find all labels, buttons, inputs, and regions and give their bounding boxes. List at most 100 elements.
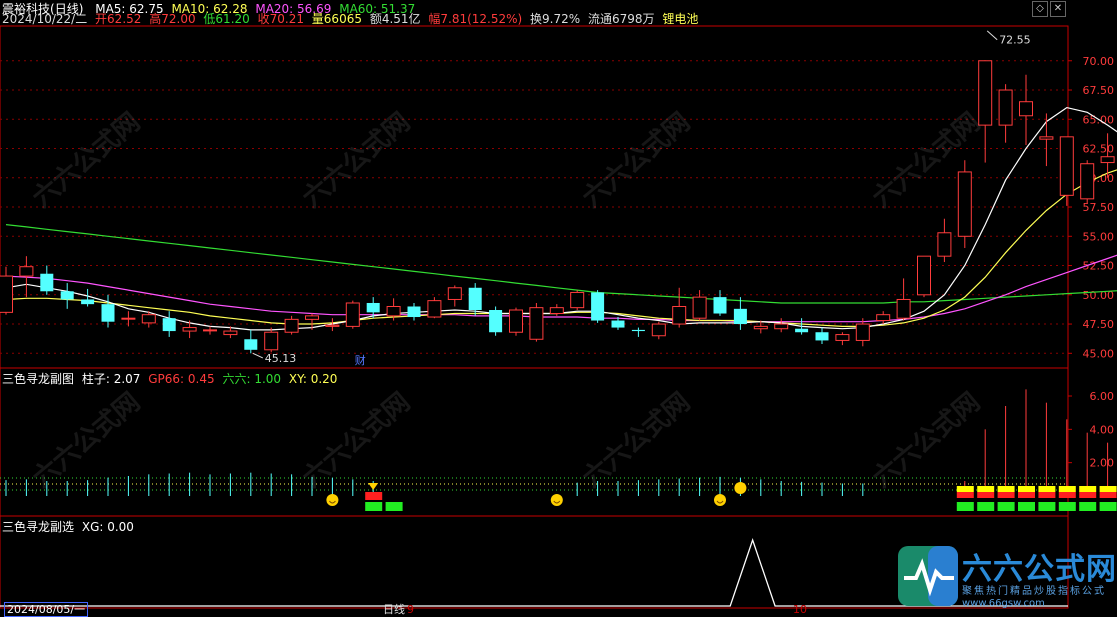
signal-block-yellow — [1099, 486, 1117, 492]
candle-body — [101, 304, 115, 322]
sub1-liuliu: 六六: 1.00 — [222, 372, 282, 386]
signal-block-yellow — [997, 486, 1015, 492]
candle-body — [1100, 156, 1115, 164]
signal-block-yellow — [1038, 486, 1056, 492]
signal-block-red — [1038, 492, 1056, 498]
candle-body — [407, 306, 421, 318]
low-pointer — [252, 352, 264, 359]
quote-close: 收70.21 — [257, 12, 304, 26]
signal-block-red — [956, 492, 974, 498]
price-tick-label: 45.00 — [1083, 347, 1115, 360]
quote-open: 开62.52 — [95, 12, 142, 26]
sub1-panel-frame — [0, 367, 1069, 517]
candle-body — [631, 329, 645, 332]
candle-body — [0, 275, 13, 313]
sub1-zhuzi: 柱子: 2.07 — [81, 372, 141, 386]
sector-tag[interactable]: 锂电池 — [662, 12, 698, 26]
quote-row: 2024/10/22/二 开62.52 高72.00 低61.20 收70.21… — [2, 11, 702, 27]
price-tick-label: 62.50 — [1083, 143, 1115, 156]
candle-body — [957, 171, 972, 237]
signal-block-red — [977, 492, 995, 498]
signal-block-yellow — [1018, 486, 1035, 492]
candle-body — [60, 291, 74, 300]
candle-body — [386, 305, 401, 317]
signal-block-green — [385, 502, 403, 511]
restore-icon[interactable]: ◇ — [1032, 1, 1048, 17]
candle-body — [896, 298, 911, 319]
quote-float: 流通6798万 — [588, 12, 655, 26]
candle-body — [366, 302, 380, 313]
signal-block-red — [997, 492, 1015, 498]
candle-body — [753, 325, 768, 330]
money-bag-icon — [734, 482, 747, 494]
candle-body — [998, 89, 1013, 126]
brand-url: www.66gsw.com — [962, 598, 1045, 609]
trophy-icon — [368, 483, 379, 490]
quote-change: 幅7.81(12.52%) — [428, 12, 523, 26]
candle-body — [447, 287, 462, 300]
sub1-tick-label: 6.00 — [1090, 390, 1115, 403]
finance-marker: 财 — [355, 353, 366, 367]
candle-body — [264, 331, 279, 351]
candle-body — [162, 318, 176, 332]
candle-body — [244, 339, 258, 350]
signal-block-green — [997, 502, 1015, 511]
ma5-line — [5, 106, 1117, 331]
candle-body — [141, 314, 156, 324]
candle-body — [774, 323, 789, 330]
signal-block-red — [1018, 492, 1035, 498]
close-icon[interactable]: ✕ — [1050, 1, 1066, 17]
candle-body — [1019, 101, 1033, 117]
candle-body — [733, 308, 747, 325]
smiley-icon — [326, 494, 339, 506]
quote-volume: 量66065 — [311, 12, 362, 26]
sub2-xg: XG: 0.00 — [81, 520, 134, 534]
candle-body — [917, 255, 931, 296]
stock-chart-canvas: 70.0067.5065.0062.5060.0057.5055.0052.50… — [0, 25, 1117, 609]
candle-body — [427, 300, 442, 318]
quote-turnover: 换9.72% — [530, 12, 581, 26]
candle-body — [325, 324, 340, 327]
quote-low: 低61.20 — [203, 12, 250, 26]
period-tag[interactable]: 日线 — [383, 604, 405, 616]
candle-body — [203, 329, 217, 332]
candle-body — [611, 320, 625, 328]
brand-subtitle: 聚焦热门精品炒股指标公式 — [962, 586, 1106, 597]
sub1-header: 三色寻龙副图 柱子: 2.07 GP66: 0.45 六六: 1.00 XY: … — [2, 371, 341, 387]
price-tick-label: 55.00 — [1083, 230, 1115, 243]
candle-body — [1059, 136, 1074, 196]
quote-high: 高72.00 — [149, 12, 196, 26]
candle-body — [651, 323, 666, 337]
candle-body — [855, 323, 870, 341]
price-tick-label: 67.50 — [1083, 84, 1115, 97]
signal-block-yellow — [977, 486, 995, 492]
high-annotation: 72.55 — [999, 34, 1030, 47]
signal-block-yellow — [1079, 486, 1097, 492]
month-marker: 9 — [407, 603, 414, 616]
candle-body — [672, 305, 687, 325]
smiley-icon — [714, 494, 726, 506]
sub1-tick-label: 4.00 — [1090, 423, 1115, 436]
sub1-xy: XY: 0.20 — [288, 372, 338, 386]
candle-body — [121, 317, 136, 320]
candle-body — [223, 330, 238, 336]
candle-body — [529, 307, 544, 340]
candle-body — [876, 314, 891, 322]
low-annotation: 45.13 — [265, 352, 297, 365]
high-pointer — [986, 30, 998, 41]
bottom-bar: 2024/08/05/一 — [4, 602, 92, 617]
sub2-title[interactable]: 三色寻龙副选 — [2, 520, 74, 534]
candle-body — [713, 297, 727, 314]
sub1-gp66: GP66: 0.45 — [148, 372, 215, 386]
signal-block-green — [365, 502, 383, 511]
signal-block-green — [1079, 502, 1097, 511]
sub2-header: 三色寻龙副选 XG: 0.00 — [2, 519, 138, 535]
sub1-title[interactable]: 三色寻龙副图 — [2, 372, 74, 386]
candle-body — [40, 273, 54, 292]
candle-body — [182, 327, 197, 332]
month-marker: 10 — [793, 603, 807, 616]
signal-block-green — [1018, 502, 1035, 511]
date-cursor[interactable]: 2024/08/05/一 — [4, 602, 89, 617]
signal-block-yellow — [956, 486, 974, 492]
signal-block-green — [1099, 502, 1117, 511]
